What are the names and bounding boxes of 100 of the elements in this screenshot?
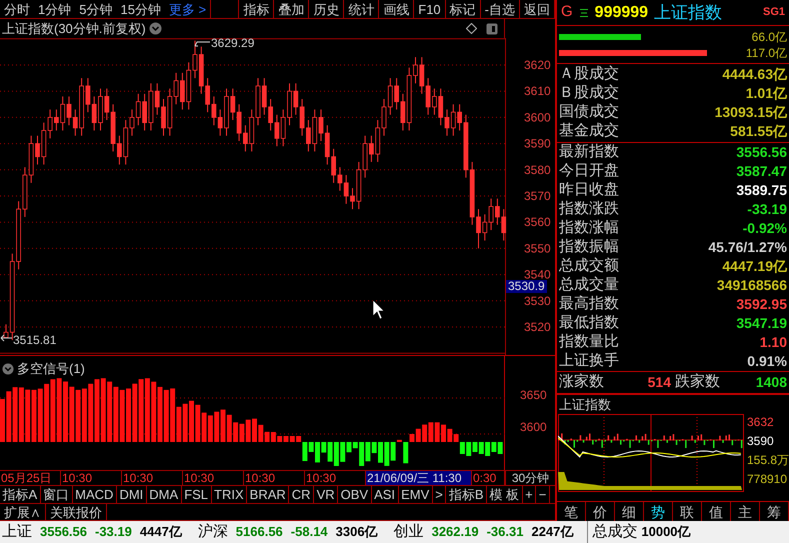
stat-label: 指数振幅 — [559, 237, 619, 257]
indicator-tab[interactable]: > — [432, 486, 446, 503]
panel-toggle-icon[interactable] — [486, 22, 498, 34]
stat-value: 349168566 — [716, 276, 787, 295]
extension-tab[interactable]: 关联报价 — [46, 504, 107, 520]
index-amount: 3306亿 — [336, 523, 378, 542]
index-price: 3556.56 — [40, 523, 87, 542]
price-axis-label: 3600 — [524, 110, 551, 124]
menu-icon[interactable] — [578, 8, 589, 18]
mini-chart-axis-label: 778910 — [746, 471, 788, 487]
time-axis-label: 10:30 — [183, 471, 244, 485]
market-label: G — [561, 2, 573, 22]
extension-tab[interactable]: 扩展∧ — [0, 504, 46, 520]
indicator-tab[interactable]: MACD — [72, 486, 117, 503]
stat-label: 指数涨跌 — [559, 199, 619, 220]
stat-label: 昨日收盘 — [559, 180, 619, 200]
toolbar-button[interactable]: 历史 — [309, 0, 344, 18]
toolbar-button[interactable]: -自选 — [480, 0, 520, 18]
indicator-tab[interactable]: 指标B — [446, 486, 487, 503]
turnover-label: Ａ股成交 — [559, 64, 619, 84]
indicator-tab[interactable]: TRIX — [212, 486, 248, 503]
toolbar-button[interactable]: 统计 — [344, 0, 380, 18]
index-price: 3262.19 — [432, 523, 479, 542]
indicator-tab[interactable]: OBV — [338, 486, 372, 503]
index-name: 沪深 — [198, 522, 228, 542]
period-tab[interactable]: 5分钟 — [75, 0, 116, 18]
turnover-value: 4444.63亿 — [722, 65, 787, 84]
indicator-tab[interactable]: CR — [289, 486, 314, 503]
stat-value: 3556.56 — [736, 143, 787, 162]
period-tab[interactable]: 15分钟 — [116, 0, 165, 18]
diamond-icon[interactable] — [466, 23, 477, 34]
indicator-title: 多空信号(1) — [17, 360, 85, 378]
period-tab[interactable]: 1分钟 — [34, 0, 76, 18]
toolbar-button[interactable]: F10 — [414, 0, 446, 18]
index-name: 创业 — [394, 522, 424, 542]
indicator-tab[interactable]: + — [522, 486, 536, 503]
indicator-tab[interactable]: FSL — [182, 486, 212, 503]
stat-value: 45.76/1.27% — [708, 238, 787, 257]
mini-chart-axis-label: 155.8万 — [746, 452, 789, 468]
stat-value: 3547.19 — [736, 314, 787, 333]
indicator-tab[interactable]: 指标A — [0, 486, 41, 503]
indicator-tab[interactable]: 模 板 — [487, 486, 523, 503]
index-change: -58.14 — [290, 523, 328, 542]
period-tab[interactable]: 分时 — [0, 0, 34, 18]
decliners-count: 1408 — [754, 373, 787, 392]
stat-value: -33.19 — [747, 200, 787, 219]
stat-value: 1.10 — [760, 333, 787, 352]
turnover-value: 13093.15亿 — [714, 103, 787, 122]
toolbar-button[interactable]: 叠加 — [274, 0, 310, 18]
more-periods-button[interactable]: 更多 > — [164, 0, 212, 18]
toolbar-button[interactable]: 画线 — [379, 0, 414, 18]
stat-value: 3587.47 — [736, 162, 787, 181]
chart-title: 上证指数(30分钟.前复权) — [2, 20, 146, 38]
indicator-tab[interactable]: VR — [314, 486, 338, 503]
decliners-label: 跌家数 — [675, 372, 720, 392]
fund-flow-amount: 117.0亿 — [746, 44, 787, 60]
stat-value: -0.92% — [742, 219, 787, 238]
time-axis-label: 10:30 — [61, 471, 122, 485]
indicator-axis-label: 3600 — [520, 421, 548, 433]
stock-code: 999999 — [594, 2, 648, 22]
stat-label: 总成交量 — [559, 275, 619, 295]
index-amount: 4447亿 — [140, 523, 182, 542]
toolbar-button[interactable]: 标记 — [446, 0, 481, 18]
indicator-tab[interactable]: ASI — [372, 486, 399, 503]
indicator-tab[interactable]: − — [536, 486, 550, 503]
dropdown-icon[interactable] — [148, 22, 162, 35]
stat-label: 最新指数 — [559, 142, 619, 162]
price-axis-label: 3580 — [524, 162, 551, 177]
current-price-label: 3530.9 — [506, 280, 547, 293]
stat-value: 0.91% — [747, 352, 787, 371]
price-axis-label: 3520 — [524, 320, 551, 334]
advancers-count: 514 — [646, 373, 672, 392]
indicator-tab[interactable]: BRAR — [247, 486, 290, 503]
toolbar-button[interactable]: 指标 — [239, 0, 274, 18]
toolbar-button[interactable]: 返回 — [520, 0, 555, 18]
price-axis-label: 3610 — [524, 84, 551, 98]
time-axis-label: 10:30 — [244, 471, 305, 485]
dropdown-icon[interactable] — [2, 362, 14, 375]
stat-label: 最高指数 — [559, 294, 619, 314]
stat-label: 最低指数 — [559, 313, 619, 334]
stat-value: 4447.19亿 — [722, 257, 787, 276]
total-turnover-value: 10000亿 — [641, 523, 691, 542]
mini-chart-axis-label: 3590 — [746, 433, 775, 449]
high-marker-arrow-icon — [194, 42, 210, 46]
cursor-time-label: 21/06/09/三 11:30 — [366, 471, 472, 485]
low-marker-arrow-icon — [0, 334, 12, 342]
price-axis-label: 3530 — [524, 294, 551, 308]
turnover-label: 基金成交 — [559, 121, 619, 142]
time-axis-label: 10:30 — [122, 471, 183, 485]
indicator-tab[interactable]: DMI — [116, 486, 147, 503]
stat-label: 指数涨幅 — [559, 218, 619, 238]
index-price: 5166.56 — [236, 523, 283, 542]
advancers-label: 涨家数 — [559, 372, 604, 392]
period-selector[interactable]: 30分钟 — [505, 471, 555, 485]
stock-name: 上证指数 — [654, 2, 722, 24]
stat-value: 3589.75 — [736, 181, 787, 200]
indicator-tab[interactable]: DMA — [146, 486, 182, 503]
indicator-tab[interactable]: EMV — [398, 486, 433, 503]
low-price-label: 3515.81 — [13, 333, 56, 347]
indicator-tab[interactable]: 窗口 — [40, 486, 73, 503]
